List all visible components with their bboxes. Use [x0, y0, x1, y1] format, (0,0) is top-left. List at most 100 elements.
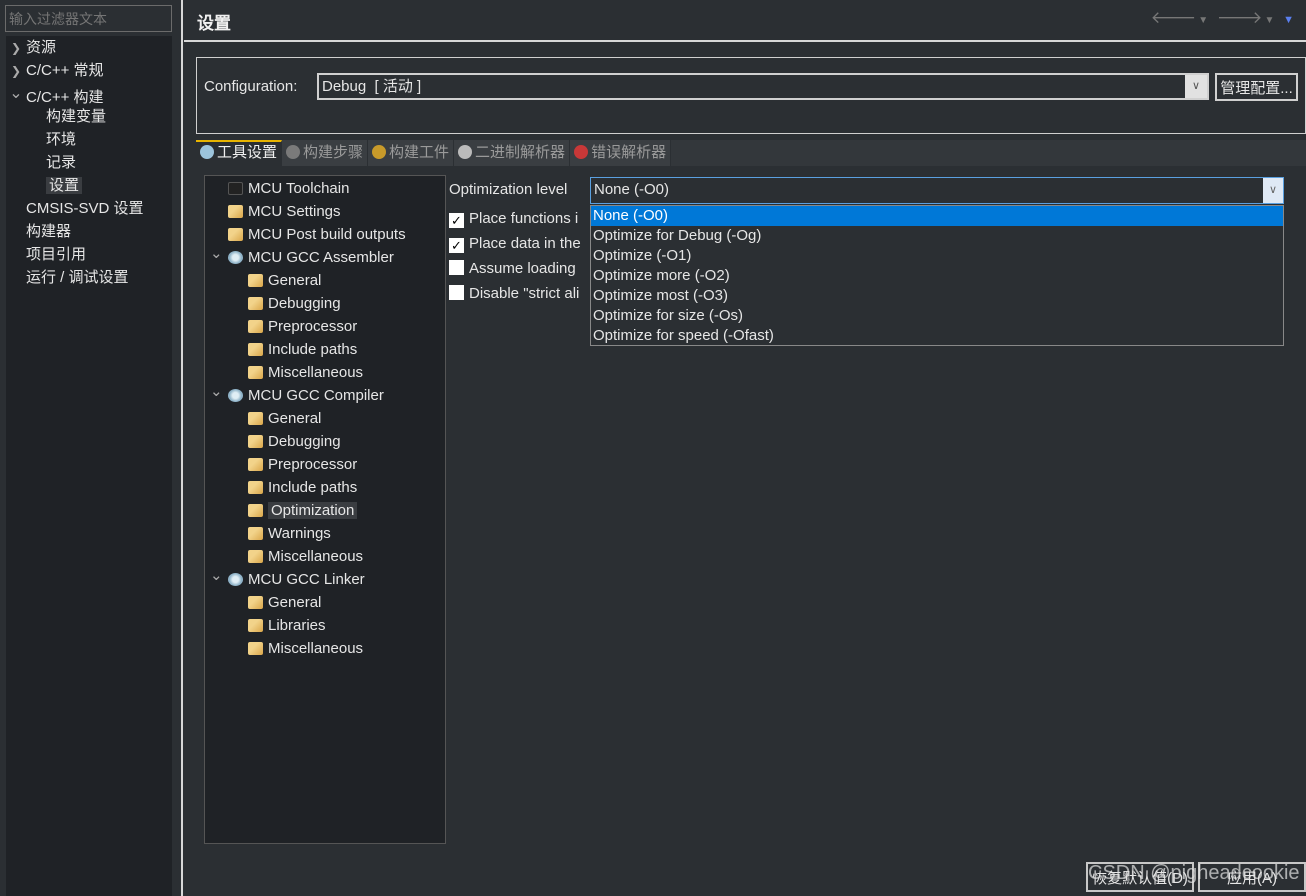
- tree-item[interactable]: MCU Settings: [228, 201, 341, 223]
- checkbox[interactable]: ✓: [449, 238, 464, 253]
- tree-item[interactable]: Miscellaneous: [248, 362, 363, 384]
- header-nav-buttons: 🡐▼ 🡒▼ ▼: [1151, 8, 1296, 28]
- tree-item-label: MCU GCC Linker: [248, 571, 365, 588]
- tree-item[interactable]: Optimization: [248, 500, 358, 522]
- forward-arrow-icon[interactable]: 🡒: [1217, 8, 1265, 27]
- chevron-down-icon[interactable]: ⌄: [210, 243, 223, 265]
- tree-item[interactable]: Debugging: [248, 431, 341, 453]
- tree-item-label: Include paths: [268, 341, 358, 358]
- tree-item[interactable]: General: [248, 592, 321, 614]
- tree-item[interactable]: ⌄ MCU GCC Compiler: [210, 383, 384, 407]
- chevron-right-icon[interactable]: ❯: [6, 60, 26, 82]
- checkbox-option[interactable]: ✓ Place functions i: [449, 208, 578, 230]
- optimization-level-dropdown-list: None (-O0) Optimize for Debug (-Og) Optimi…: [590, 205, 1284, 346]
- nav-item[interactable]: 设置: [46, 175, 83, 197]
- tree-item[interactable]: Libraries: [248, 615, 326, 637]
- dropdown-icon[interactable]: ▼: [1264, 15, 1276, 26]
- dropdown-option[interactable]: Optimize for speed (-Ofast): [591, 326, 1283, 346]
- tool-settings-tree: MCU Toolchain MCU Settings MCU Post build …: [204, 175, 446, 844]
- checkbox[interactable]: [449, 260, 464, 275]
- tab-4[interactable]: 错误解析器: [570, 140, 672, 166]
- tool-option-icon: [248, 412, 263, 425]
- apply-button[interactable]: 应用(A): [1198, 862, 1306, 892]
- tab-label: 二进制解析器: [475, 144, 566, 161]
- nav-item-label: C/C++ 常规: [26, 62, 104, 79]
- chevron-down-icon[interactable]: ∨: [1185, 75, 1207, 98]
- manage-configurations-button[interactable]: 管理配置...: [1215, 73, 1298, 101]
- tree-item[interactable]: Preprocessor: [248, 316, 357, 338]
- tree-item[interactable]: MCU Post build outputs: [228, 224, 406, 246]
- filter-input[interactable]: [5, 5, 172, 32]
- nav-item[interactable]: 项目引用: [6, 244, 86, 266]
- tree-item[interactable]: General: [248, 270, 321, 292]
- tree-item[interactable]: MCU Toolchain: [228, 178, 349, 200]
- checkbox[interactable]: ✓: [449, 213, 464, 228]
- view-menu-icon[interactable]: ▼: [1283, 14, 1296, 26]
- build-steps-icon: [286, 145, 301, 159]
- nav-item[interactable]: 环境: [46, 129, 76, 151]
- tree-item[interactable]: General: [248, 408, 321, 430]
- nav-item[interactable]: 构建器: [6, 221, 71, 243]
- tab-label: 工具设置: [217, 144, 278, 161]
- configuration-value: Debug [ 活动 ]: [322, 78, 422, 95]
- nav-item[interactable]: ❯ C/C++ 常规: [6, 60, 104, 82]
- nav-item[interactable]: ❯ 资源: [6, 37, 56, 59]
- tree-item[interactable]: Include paths: [248, 477, 357, 499]
- tree-item-label: MCU GCC Assembler: [248, 249, 394, 266]
- tab-1[interactable]: 构建步骤: [282, 140, 369, 166]
- checkbox-option[interactable]: Disable "strict ali: [449, 283, 579, 305]
- dropdown-option[interactable]: Optimize (-O1): [591, 246, 1283, 266]
- back-arrow-icon[interactable]: 🡐: [1151, 8, 1199, 27]
- tool-option-icon: [248, 366, 263, 379]
- nav-item[interactable]: ⌄ C/C++ 构建: [6, 83, 103, 106]
- property-nav-tree: ❯ 资源 ❯ C/C++ 常规 ⌄ C/C++ 构建 构建变量 环境 记录 设置 CMSIS-SVD…: [6, 36, 172, 896]
- nav-item[interactable]: CMSIS-SVD 设置: [6, 198, 144, 220]
- tree-item-label: Miscellaneous: [268, 548, 364, 565]
- tree-item[interactable]: Include paths: [248, 339, 357, 361]
- tree-item-label: MCU Post build outputs: [248, 226, 406, 243]
- dropdown-option[interactable]: Optimize more (-O2): [591, 266, 1283, 286]
- chevron-down-icon[interactable]: ⌄: [210, 565, 223, 587]
- tree-item[interactable]: Preprocessor: [248, 454, 357, 476]
- tab-0[interactable]: 工具设置: [196, 140, 283, 166]
- tool-option-icon: [248, 504, 263, 517]
- dropdown-option[interactable]: Optimize for Debug (-Og): [591, 226, 1283, 246]
- dropdown-option[interactable]: Optimize for size (-Os): [591, 306, 1283, 326]
- tree-item-label: Preprocessor: [268, 318, 358, 335]
- dropdown-icon[interactable]: ▼: [1198, 15, 1210, 26]
- optimization-level-select[interactable]: None (-O0) ∨: [590, 177, 1284, 204]
- nav-item[interactable]: 构建变量: [46, 106, 106, 128]
- chevron-right-icon[interactable]: ❯: [6, 37, 26, 59]
- binary-parser-icon: [458, 145, 473, 159]
- dropdown-option[interactable]: Optimize most (-O3): [591, 286, 1283, 306]
- tree-item[interactable]: Miscellaneous: [248, 546, 363, 568]
- tree-item[interactable]: ⌄ MCU GCC Linker: [210, 567, 365, 591]
- chevron-down-icon[interactable]: ∨: [1263, 178, 1283, 203]
- chevron-down-icon[interactable]: ⌄: [6, 83, 26, 105]
- chevron-down-icon[interactable]: ⌄: [210, 381, 223, 403]
- tool-option-icon: [248, 642, 263, 655]
- tab-3[interactable]: 二进制解析器: [454, 140, 571, 166]
- page-title: 设置: [197, 14, 231, 33]
- optimization-level-value: None (-O0): [594, 181, 670, 198]
- tree-item[interactable]: Debugging: [248, 293, 341, 315]
- tree-item-label: Include paths: [268, 479, 358, 496]
- checkbox-option[interactable]: ✓ Place data in the: [449, 233, 581, 255]
- tree-item[interactable]: Miscellaneous: [248, 638, 363, 660]
- checkbox-option[interactable]: Assume loading: [449, 258, 576, 280]
- tree-item-label: Preprocessor: [268, 456, 358, 473]
- checkbox-label: Assume loading: [469, 260, 576, 277]
- tree-item-label: General: [268, 594, 322, 611]
- tree-item[interactable]: ⌄ MCU GCC Assembler: [210, 245, 394, 269]
- configuration-select[interactable]: Debug [ 活动 ] ∨: [317, 73, 1209, 100]
- nav-item[interactable]: 记录: [46, 152, 76, 174]
- dropdown-option[interactable]: None (-O0): [591, 206, 1283, 226]
- nav-item[interactable]: 运行 / 调试设置: [6, 267, 129, 289]
- checkbox[interactable]: [449, 285, 464, 300]
- restore-defaults-button[interactable]: 恢复默认值(D): [1086, 862, 1194, 892]
- nav-item-label: 运行 / 调试设置: [26, 269, 129, 286]
- tree-item[interactable]: Warnings: [248, 523, 331, 545]
- tree-item-label: Optimization: [268, 502, 358, 519]
- tool-option-icon: [228, 205, 243, 218]
- tab-2[interactable]: 构建工件: [368, 140, 455, 166]
